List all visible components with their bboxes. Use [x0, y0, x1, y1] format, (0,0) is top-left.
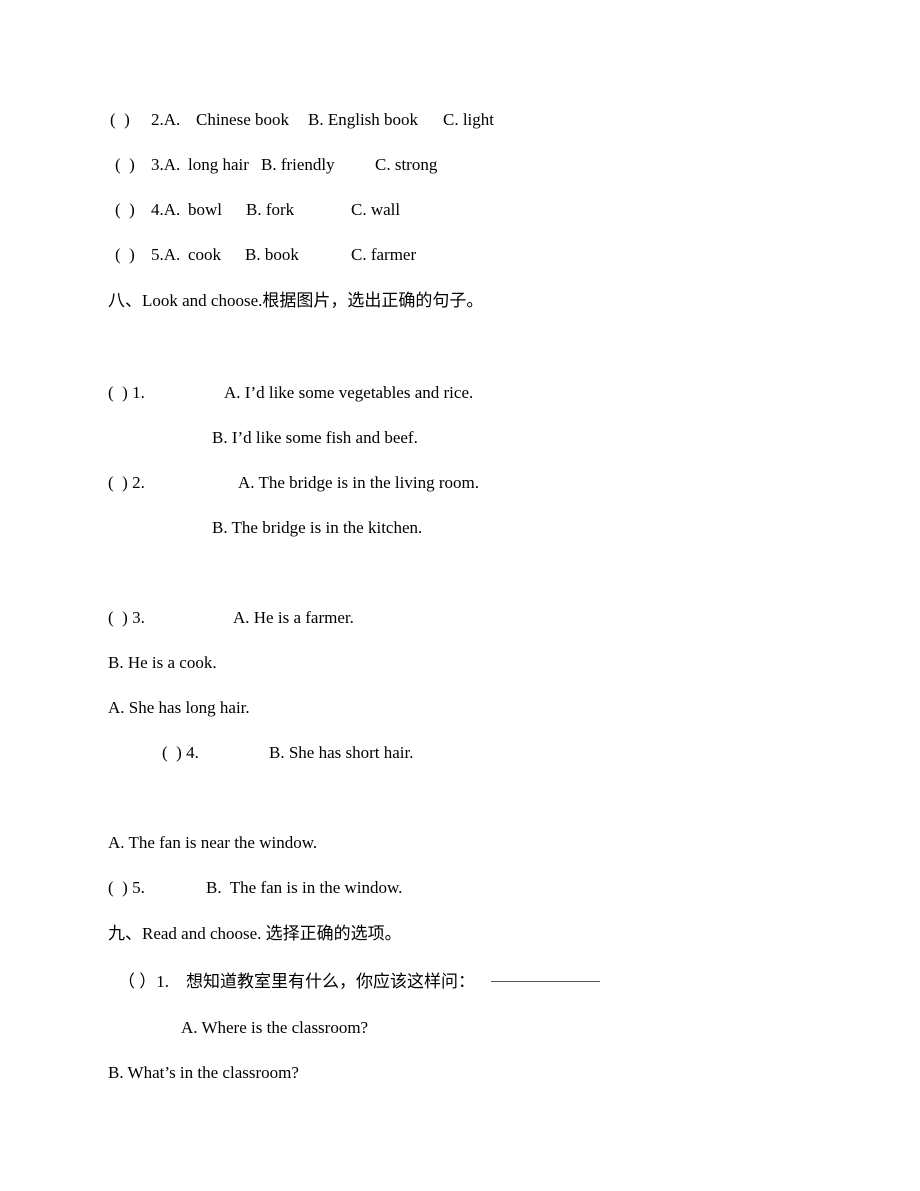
option-a: A. The fan is near the window. — [108, 833, 318, 852]
answer-bracket: ( ) — [115, 245, 135, 264]
option-a: cook — [188, 245, 222, 264]
option-a: long hair — [188, 155, 249, 174]
option-b: B. He is a cook. — [108, 653, 217, 672]
question-label: ( ) 1. — [108, 383, 145, 402]
answer-blank — [491, 981, 600, 982]
answer-bracket: ( ) — [110, 110, 130, 129]
question-number: 5.A. — [151, 245, 181, 264]
option-b: B. The fan is in the window. — [206, 878, 403, 897]
question-label: ( ) 4. — [162, 743, 199, 762]
question-label: （ ）1. — [118, 972, 169, 991]
option-a: bowl — [188, 200, 222, 219]
option-b: B. English book — [308, 110, 419, 129]
option-b: B. I’d like some fish and beef. — [212, 428, 418, 447]
answer-bracket: ( ) — [115, 155, 135, 174]
option-b: B. She has short hair. — [269, 743, 414, 762]
option-a: A. She has long hair. — [108, 698, 250, 717]
question-label: ( ) 2. — [108, 473, 145, 492]
option-c: C. wall — [351, 200, 401, 219]
option-b: B. The bridge is in the kitchen. — [212, 518, 423, 537]
option-b: B. book — [245, 245, 299, 264]
question-label: ( ) 3. — [108, 608, 145, 627]
answer-bracket: ( ) — [115, 200, 135, 219]
section-heading-part8: 八、Look and choose.根据图片，选出正确的句子。 — [108, 291, 484, 310]
option-b: B. What’s in the classroom? — [108, 1063, 299, 1082]
option-a: A. The bridge is in the living room. — [238, 473, 479, 492]
question-number: 3.A. — [151, 155, 181, 174]
question-label: ( ) 5. — [108, 878, 145, 897]
option-a: A. Where is the classroom? — [181, 1018, 369, 1037]
option-b: B. fork — [246, 200, 295, 219]
question-prompt: 想知道教室里有什么，你应该这样问： — [186, 972, 475, 991]
option-c: C. strong — [375, 155, 438, 174]
question-number: 2.A. — [151, 110, 181, 129]
option-c: C. light — [443, 110, 495, 129]
section-heading-part9: 九、Read and choose. 选择正确的选项。 — [108, 924, 402, 943]
option-a: A. He is a farmer. — [233, 608, 354, 627]
question-number: 4.A. — [151, 200, 181, 219]
option-c: C. farmer — [351, 245, 417, 264]
option-a: Chinese book — [196, 110, 290, 129]
option-b: B. friendly — [261, 155, 335, 174]
option-a: A. I’d like some vegetables and rice. — [224, 383, 474, 402]
